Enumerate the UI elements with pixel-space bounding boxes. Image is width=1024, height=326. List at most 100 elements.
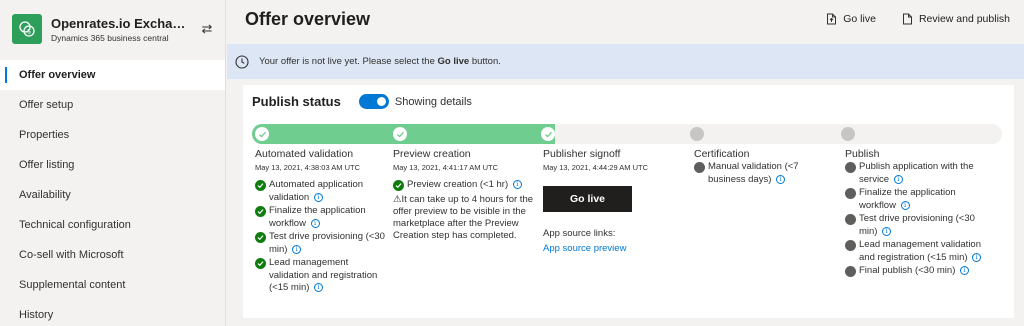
check-circle-icon bbox=[255, 180, 266, 191]
step-item: Lead management validation and registrat… bbox=[845, 239, 990, 264]
app-title: Openrates.io Exchang… bbox=[51, 15, 193, 31]
progress-track bbox=[252, 124, 1002, 144]
info-icon[interactable]: i bbox=[310, 218, 320, 228]
go-live-primary-button[interactable]: Go live bbox=[543, 186, 632, 212]
step-text: Test drive provisioning (<30 min) bbox=[269, 231, 385, 255]
stage-time: May 13, 2021, 4:44:29 AM UTC bbox=[543, 163, 649, 172]
step-text: Lead management validation and registrat… bbox=[859, 239, 982, 263]
stage-name: Automated validation bbox=[255, 148, 354, 160]
info-icon[interactable]: i bbox=[893, 174, 903, 184]
switch-offer-icon[interactable]: ⇄ bbox=[199, 21, 215, 37]
document-icon bbox=[902, 13, 912, 25]
step-text: Manual validation (<7 business days) bbox=[708, 161, 799, 185]
stage-automated-validation: Automated validation May 13, 2021, 4:38:… bbox=[255, 148, 385, 296]
app-logo: $ bbox=[12, 14, 42, 44]
step-item: Finalize the application workflow i bbox=[845, 187, 990, 212]
step-text: Test drive provisioning (<30 min) bbox=[859, 213, 975, 237]
sidebar-item-label: Availability bbox=[19, 189, 71, 201]
stage-name: Publish bbox=[845, 148, 880, 160]
stage-name: Publisher signoff bbox=[543, 148, 621, 160]
step-item: Automated application validation i bbox=[255, 179, 385, 204]
sidebar-item-supplemental-content[interactable]: Supplemental content bbox=[0, 270, 225, 300]
details-toggle[interactable] bbox=[358, 94, 389, 109]
sidebar-item-history[interactable]: History bbox=[0, 300, 225, 326]
sidebar-nav: Offer overview Offer setup Properties Of… bbox=[0, 60, 225, 326]
sidebar-item-label: Properties bbox=[19, 129, 70, 141]
sidebar-item-label: Offer listing bbox=[19, 159, 75, 171]
info-icon[interactable]: i bbox=[900, 200, 910, 210]
review-and-publish-button[interactable]: Review and publish bbox=[902, 13, 1010, 25]
go-live-icon bbox=[827, 13, 837, 25]
step-item: Finalize the application workflow i bbox=[255, 205, 385, 230]
sidebar-item-offer-setup[interactable]: Offer setup bbox=[0, 90, 225, 120]
step-item: Preview creation (<1 hr) i bbox=[393, 179, 538, 192]
check-circle-icon bbox=[255, 206, 266, 217]
info-icon[interactable]: i bbox=[313, 192, 323, 202]
banner-text-after: button. bbox=[469, 56, 501, 67]
step-text: Lead management validation and registrat… bbox=[269, 257, 378, 293]
info-icon[interactable]: i bbox=[314, 283, 324, 292]
sidebar-item-offer-overview[interactable]: Offer overview bbox=[0, 60, 225, 90]
banner-text-before: Your offer is not live yet. Please selec… bbox=[259, 56, 438, 67]
info-icon[interactable]: i bbox=[960, 266, 970, 275]
sidebar-item-properties[interactable]: Properties bbox=[0, 120, 225, 150]
step-text: Preview creation (<1 hr) bbox=[407, 179, 509, 190]
app-logo-icon: $ bbox=[19, 21, 35, 37]
stage-time: May 13, 2021, 4:41:17 AM UTC bbox=[393, 163, 499, 172]
sidebar: $ Openrates.io Exchang… Dynamics 365 bus… bbox=[0, 0, 226, 326]
step-item: Test drive provisioning (<30 min) i bbox=[845, 213, 990, 238]
step-item: Lead management validation and registrat… bbox=[255, 257, 385, 295]
sidebar-item-label: Offer setup bbox=[19, 99, 74, 111]
app-source-links-label: App source links: bbox=[543, 228, 616, 239]
pending-circle-icon bbox=[845, 240, 856, 251]
sidebar-item-label: Technical configuration bbox=[19, 219, 131, 231]
sidebar-item-label: Co-sell with Microsoft bbox=[19, 249, 124, 261]
pending-circle-icon bbox=[845, 162, 856, 173]
sidebar-item-technical-configuration[interactable]: Technical configuration bbox=[0, 210, 225, 240]
check-circle-icon bbox=[255, 232, 266, 243]
check-circle-icon bbox=[393, 180, 404, 191]
stage-time: May 13, 2021, 4:38:03 AM UTC bbox=[255, 163, 361, 172]
svg-text:$: $ bbox=[27, 30, 31, 36]
sidebar-item-label: Offer overview bbox=[19, 69, 96, 81]
app-subtitle: Dynamics 365 business central bbox=[51, 32, 169, 43]
info-icon[interactable]: i bbox=[776, 174, 786, 184]
publish-status-title: Publish status bbox=[252, 94, 341, 109]
stage-certification: Certification Manual validation (<7 busi… bbox=[694, 148, 834, 187]
app-header[interactable]: $ Openrates.io Exchang… Dynamics 365 bus… bbox=[0, 0, 225, 58]
go-live-button[interactable]: Go live bbox=[826, 13, 876, 25]
toggle-label: Showing details bbox=[394, 95, 472, 108]
stage-publisher-signoff: Publisher signoff May 13, 2021, 4:44:29 … bbox=[543, 148, 683, 254]
pending-circle-icon bbox=[845, 214, 856, 225]
pending-circle-icon bbox=[845, 266, 856, 277]
main-content: Offer overview Go live Review and publis… bbox=[227, 0, 1024, 326]
sidebar-item-availability[interactable]: Availability bbox=[0, 180, 225, 210]
stage-4-marker bbox=[690, 127, 704, 141]
page-title: Offer overview bbox=[245, 8, 371, 29]
clock-icon bbox=[235, 54, 249, 69]
banner-text: Your offer is not live yet. Please selec… bbox=[259, 56, 501, 67]
sidebar-item-label: Supplemental content bbox=[19, 279, 126, 291]
pending-circle-icon bbox=[845, 188, 856, 199]
stage-2-marker bbox=[393, 127, 407, 141]
stage-3-marker bbox=[541, 127, 555, 141]
info-icon[interactable]: i bbox=[972, 252, 982, 262]
info-icon[interactable]: i bbox=[882, 226, 892, 236]
stage-name: Preview creation bbox=[393, 148, 471, 160]
check-circle-icon bbox=[255, 258, 266, 269]
info-icon[interactable]: i bbox=[292, 244, 302, 254]
stage-publish: Publish Publish application with the ser… bbox=[845, 148, 990, 279]
review-and-publish-label: Review and publish bbox=[918, 13, 1010, 25]
app-source-preview-link[interactable]: App source preview bbox=[543, 243, 683, 254]
step-text: Final publish (<30 min) bbox=[859, 265, 956, 276]
stage-preview-creation: Preview creation May 13, 2021, 4:41:17 A… bbox=[393, 148, 538, 242]
sidebar-item-offer-listing[interactable]: Offer listing bbox=[0, 150, 225, 180]
info-banner: Your offer is not live yet. Please selec… bbox=[227, 44, 1024, 79]
stage-5-marker bbox=[841, 127, 855, 141]
info-icon[interactable]: i bbox=[512, 180, 522, 189]
sidebar-item-co-sell[interactable]: Co-sell with Microsoft bbox=[0, 240, 225, 270]
banner-text-bold: Go live bbox=[437, 56, 470, 67]
step-item: Test drive provisioning (<30 min) i bbox=[255, 231, 385, 256]
step-text: Publish application with the service bbox=[859, 161, 974, 185]
step-item: Publish application with the service i bbox=[845, 161, 990, 186]
